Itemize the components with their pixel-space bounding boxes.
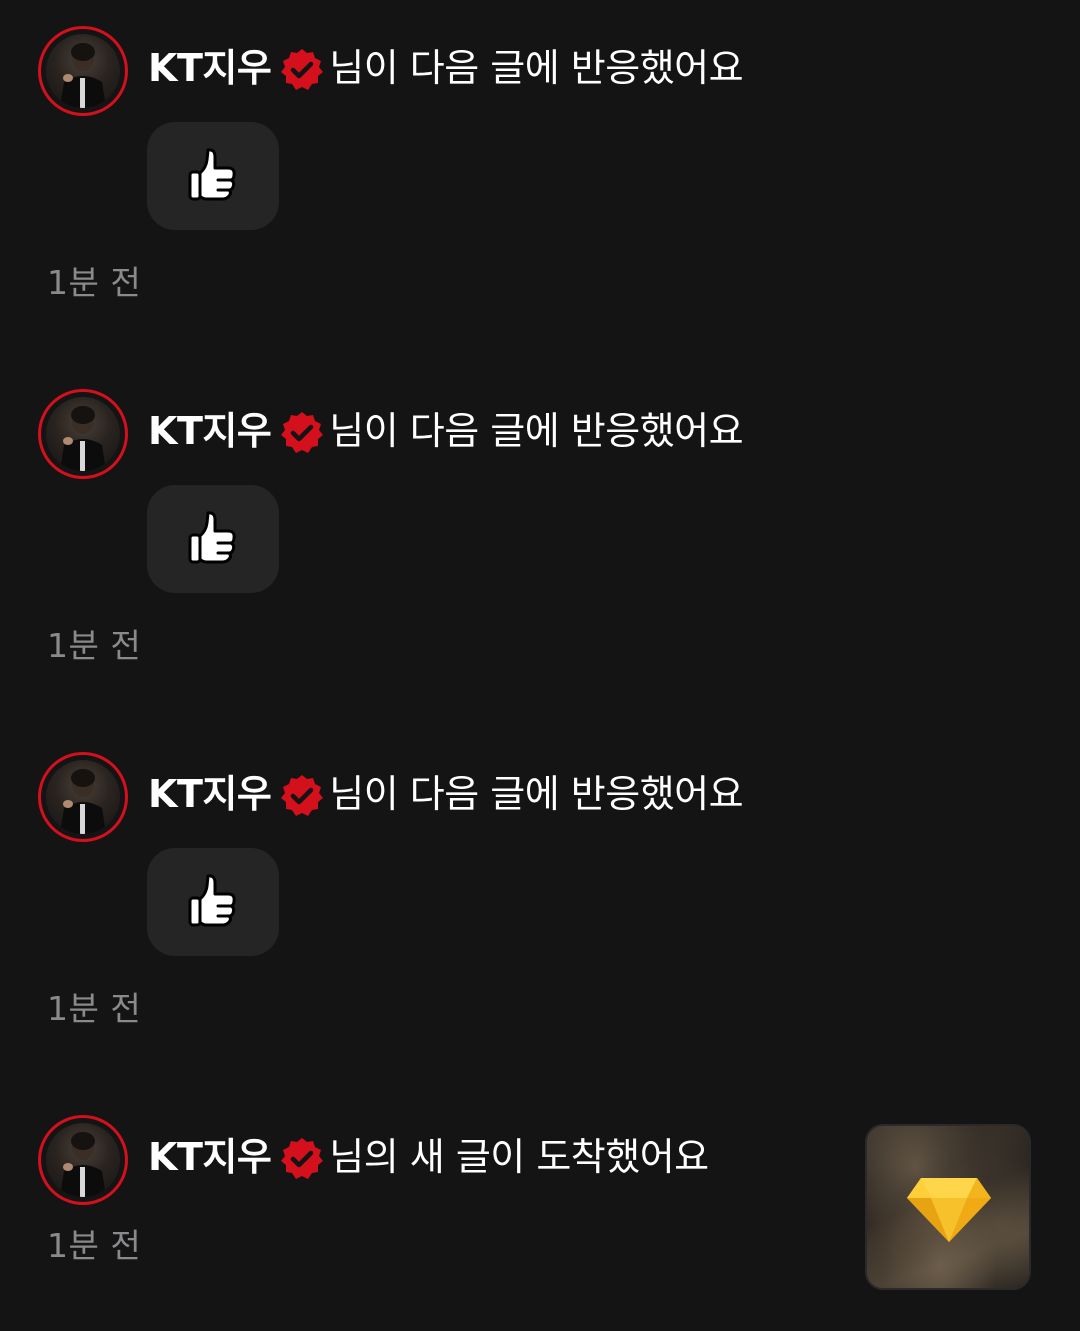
user-name[interactable]: KT지우 (148, 40, 272, 96)
avatar[interactable] (38, 752, 128, 842)
notification-headline: KT지우 님의 새 글이 도착했어요 (148, 1129, 709, 1185)
timestamp: 1분 전 (47, 263, 142, 302)
avatar-photo (46, 760, 120, 834)
avatar[interactable] (38, 389, 128, 479)
timestamp: 1분 전 (47, 989, 142, 1028)
avatar[interactable] (38, 1115, 128, 1205)
avatar[interactable] (38, 26, 128, 116)
reaction-bubble[interactable] (147, 848, 279, 956)
notification-headline: KT지우 님이 다음 글에 반응했어요 (148, 766, 744, 822)
post-thumbnail[interactable] (865, 1124, 1031, 1290)
verified-badge-icon (279, 773, 325, 819)
notification-headline: KT지우 님이 다음 글에 반응했어요 (148, 40, 744, 96)
timestamp: 1분 전 (47, 1226, 142, 1265)
notification-message: 님이 다음 글에 반응했어요 (329, 772, 744, 816)
notification-message: 님이 다음 글에 반응했어요 (329, 409, 744, 453)
avatar-photo (46, 397, 120, 471)
verified-badge-icon (279, 47, 325, 93)
notification-message: 님이 다음 글에 반응했어요 (329, 46, 744, 90)
verified-badge-icon (279, 1136, 325, 1182)
notification-message: 님의 새 글이 도착했어요 (329, 1135, 709, 1179)
notification-headline: KT지우 님이 다음 글에 반응했어요 (148, 403, 744, 459)
thumbs-up-icon (188, 509, 238, 569)
reaction-bubble[interactable] (147, 122, 279, 230)
avatar-photo (46, 1123, 120, 1197)
verified-badge-icon (279, 410, 325, 456)
notification-item[interactable]: KT지우 님이 다음 글에 반응했어요 1분 전 (0, 363, 1080, 693)
notification-item[interactable]: KT지우 님이 다음 글에 반응했어요 1분 전 (0, 0, 1080, 330)
reaction-bubble[interactable] (147, 485, 279, 593)
timestamp: 1분 전 (47, 626, 142, 665)
user-name[interactable]: KT지우 (148, 1129, 272, 1185)
user-name[interactable]: KT지우 (148, 403, 272, 459)
notification-item[interactable]: KT지우 님이 다음 글에 반응했어요 1분 전 (0, 726, 1080, 1056)
gem-icon (907, 1176, 991, 1246)
avatar-photo (46, 34, 120, 108)
thumbs-up-icon (188, 146, 238, 206)
user-name[interactable]: KT지우 (148, 766, 272, 822)
thumbs-up-icon (188, 872, 238, 932)
